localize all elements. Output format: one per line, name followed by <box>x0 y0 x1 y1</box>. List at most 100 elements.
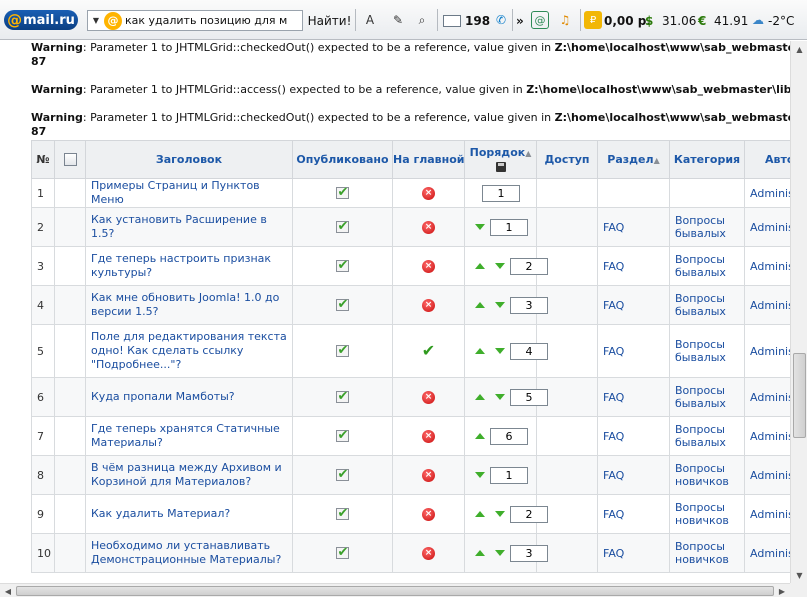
search-dropdown-icon[interactable]: ▼ <box>88 16 104 25</box>
vertical-scrollbar[interactable]: ▲ ▼ <box>790 41 807 583</box>
category-link[interactable]: Вопросы бывалых <box>669 377 745 417</box>
published-icon[interactable]: ✔ <box>335 467 351 482</box>
music-icon[interactable]: ♫ <box>556 11 574 29</box>
col-header-access[interactable]: Доступ <box>536 140 598 179</box>
wallet-icon[interactable]: ₽ <box>584 11 602 29</box>
article-title-link[interactable]: Где теперь хранятся Статичные Материалы? <box>91 422 280 449</box>
category-link[interactable]: Вопросы бывалых <box>669 416 745 456</box>
col-header-author[interactable]: Автор <box>744 140 790 179</box>
horizontal-scrollbar[interactable]: ◀ ▶ <box>0 583 790 597</box>
frontpage-no-icon[interactable]: × <box>422 429 435 443</box>
order-input[interactable] <box>510 342 548 360</box>
eur-rate[interactable]: 41.91 <box>714 10 748 31</box>
balance-value[interactable]: 0,00 р. <box>604 10 651 31</box>
published-icon[interactable]: ✔ <box>335 506 351 521</box>
category-link[interactable]: Вопросы бывалых <box>669 246 745 286</box>
published-icon[interactable]: ✔ <box>335 343 351 358</box>
usd-rate[interactable]: 31.06 <box>662 10 696 31</box>
category-link[interactable]: Вопросы новичков <box>669 533 745 573</box>
order-input[interactable] <box>510 505 548 523</box>
search-button[interactable]: Найти! <box>307 10 352 31</box>
section-link[interactable]: FAQ <box>597 494 670 534</box>
article-title-link[interactable]: Поле для редактирования текста одно! Как… <box>91 330 287 371</box>
order-input[interactable] <box>490 427 528 445</box>
move-down-icon[interactable] <box>495 302 505 308</box>
category-link[interactable]: Вопросы новичков <box>669 494 745 534</box>
author-link[interactable]: Administr <box>744 285 790 325</box>
section-link[interactable]: FAQ <box>597 324 670 378</box>
frontpage-no-icon[interactable]: × <box>422 507 435 521</box>
author-link[interactable]: Administr <box>744 178 790 208</box>
highlighter-icon[interactable]: ✎ <box>389 11 407 29</box>
frontpage-no-icon[interactable]: × <box>422 259 435 273</box>
col-header-category[interactable]: Категория <box>669 140 745 179</box>
move-down-icon[interactable] <box>475 224 485 230</box>
select-all-checkbox[interactable] <box>63 153 77 167</box>
move-up-icon[interactable] <box>475 348 485 354</box>
author-link[interactable]: Administr <box>744 207 790 247</box>
scroll-right-icon[interactable]: ▶ <box>774 584 790 598</box>
move-up-icon[interactable] <box>475 302 485 308</box>
search-input[interactable]: ▼ @ как удалить позицию для м <box>87 10 303 31</box>
category-link[interactable]: Вопросы бывалых <box>669 207 745 247</box>
move-up-icon[interactable] <box>475 433 485 439</box>
section-link[interactable]: FAQ <box>597 533 670 573</box>
article-title-link[interactable]: В чём разница между Архивом и Корзиной д… <box>91 461 282 488</box>
article-title-link[interactable]: Как мне обновить Joomla! 1.0 до версии 1… <box>91 291 279 318</box>
col-header-section[interactable]: Раздел▲ <box>597 140 670 179</box>
order-input[interactable] <box>490 218 528 236</box>
scroll-left-icon[interactable]: ◀ <box>0 584 16 598</box>
vertical-scroll-thumb[interactable] <box>793 353 806 438</box>
col-header-published[interactable]: Опубликовано <box>292 140 393 179</box>
frontpage-no-icon[interactable]: × <box>422 186 435 200</box>
order-input[interactable] <box>510 296 548 314</box>
section-link[interactable] <box>597 178 670 208</box>
col-header-order[interactable]: Порядок▲ <box>464 140 537 179</box>
mailru-logo[interactable]: @ mail.ru <box>4 10 78 30</box>
frontpage-no-icon[interactable]: × <box>422 220 435 234</box>
article-title-link[interactable]: Как удалить Материал? <box>91 507 230 520</box>
move-up-icon[interactable] <box>475 394 485 400</box>
move-down-icon[interactable] <box>495 511 505 517</box>
font-size-icon[interactable]: A <box>361 11 379 29</box>
article-title-link[interactable]: Куда пропали Мамботы? <box>91 390 235 403</box>
move-up-icon[interactable] <box>475 263 485 269</box>
mail-counter[interactable]: 198 <box>443 10 490 31</box>
move-down-icon[interactable] <box>495 394 505 400</box>
move-down-icon[interactable] <box>495 550 505 556</box>
more-chevron[interactable]: » <box>516 10 524 31</box>
author-link[interactable]: Administr <box>744 416 790 456</box>
published-icon[interactable]: ✔ <box>335 185 351 200</box>
col-header-title[interactable]: Заголовок <box>85 140 293 179</box>
published-icon[interactable]: ✔ <box>335 258 351 273</box>
mail-app-icon[interactable]: @ <box>531 11 549 29</box>
section-link[interactable]: FAQ <box>597 207 670 247</box>
agent-icon[interactable]: ✆ <box>492 11 510 29</box>
section-link[interactable]: FAQ <box>597 455 670 495</box>
search-engine-icon[interactable]: @ <box>104 11 122 30</box>
move-down-icon[interactable] <box>495 263 505 269</box>
order-input[interactable] <box>510 257 548 275</box>
frontpage-no-icon[interactable]: × <box>422 468 435 482</box>
scroll-down-icon[interactable]: ▼ <box>792 567 807 583</box>
order-input[interactable] <box>482 184 520 202</box>
frontpage-no-icon[interactable]: × <box>422 390 435 404</box>
author-link[interactable]: Administr <box>744 246 790 286</box>
author-link[interactable]: Administr <box>744 324 790 378</box>
author-link[interactable]: Administr <box>744 377 790 417</box>
published-icon[interactable]: ✔ <box>335 545 351 560</box>
category-link[interactable]: Вопросы новичков <box>669 455 745 495</box>
published-icon[interactable]: ✔ <box>335 389 351 404</box>
frontpage-yes-icon[interactable]: ✔ <box>422 341 435 360</box>
move-down-icon[interactable] <box>475 472 485 478</box>
author-link[interactable]: Administr <box>744 533 790 573</box>
author-link[interactable]: Administr <box>744 494 790 534</box>
order-input[interactable] <box>490 466 528 484</box>
published-icon[interactable]: ✔ <box>335 428 351 443</box>
section-link[interactable]: FAQ <box>597 416 670 456</box>
section-link[interactable]: FAQ <box>597 377 670 417</box>
category-link[interactable] <box>669 178 745 208</box>
category-link[interactable]: Вопросы бывалых <box>669 324 745 378</box>
published-icon[interactable]: ✔ <box>335 297 351 312</box>
weather-value[interactable]: -2°C <box>768 10 794 31</box>
